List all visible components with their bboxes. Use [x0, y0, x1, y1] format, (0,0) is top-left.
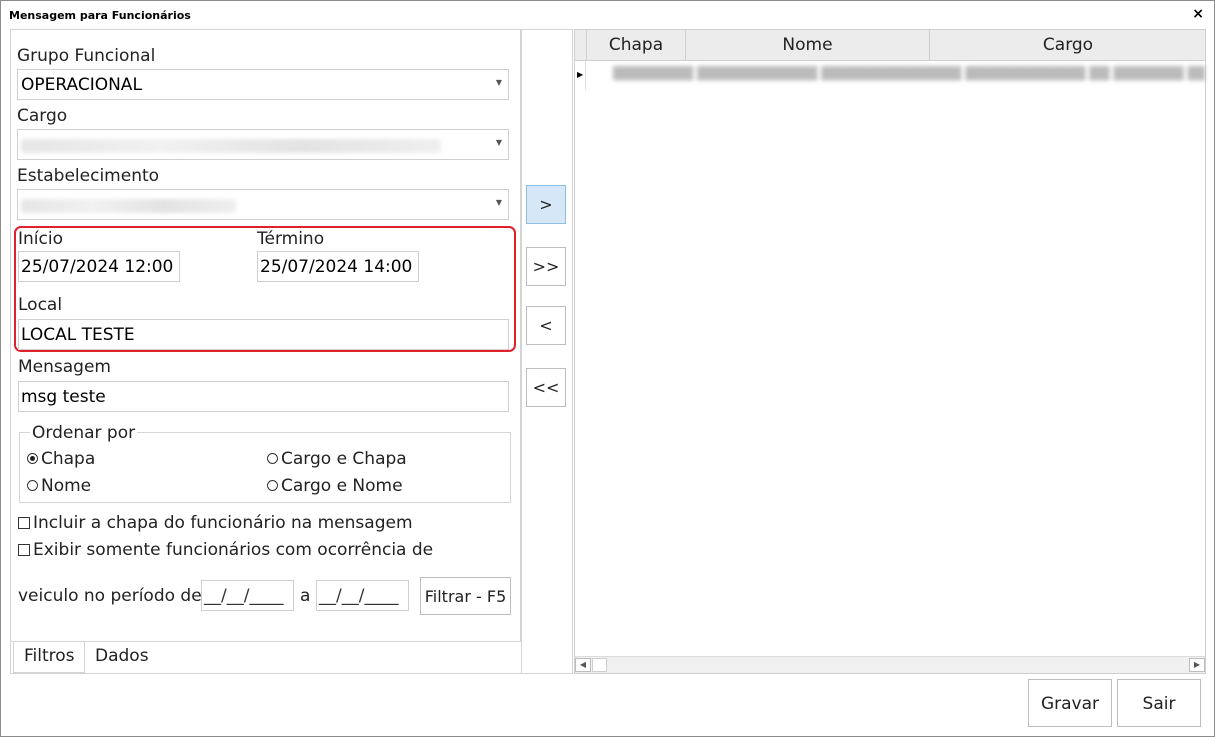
- remove-all-button[interactable]: <<: [526, 368, 566, 407]
- add-all-button[interactable]: >>: [526, 247, 566, 286]
- scroll-right-icon[interactable]: ▶: [1189, 658, 1205, 672]
- tab-filtros[interactable]: Filtros: [13, 642, 85, 673]
- radio-chapa-label: Chapa: [41, 449, 96, 469]
- estabelecimento-value-redacted: [21, 199, 236, 213]
- chevron-down-icon: ▼: [495, 198, 502, 207]
- estabelecimento-label: Estabelecimento: [17, 166, 160, 186]
- chevron-down-icon: ▼: [495, 78, 502, 87]
- mensagem-input[interactable]: msg teste: [18, 381, 509, 412]
- row-header-corner: [575, 30, 587, 60]
- radio-cargo-nome[interactable]: Cargo e Nome: [267, 476, 403, 496]
- radio-cargo-chapa-label: Cargo e Chapa: [281, 449, 407, 469]
- check-incluir-label: Incluir a chapa do funcionário na mensag…: [33, 513, 413, 533]
- radio-selected-icon: [27, 453, 38, 464]
- grupo-funcional-select[interactable]: OPERACIONAL ▼: [17, 69, 509, 100]
- gravar-button[interactable]: Gravar: [1028, 679, 1112, 727]
- estabelecimento-select[interactable]: ▼: [17, 189, 509, 220]
- filtrar-button[interactable]: Filtrar - F5: [420, 577, 511, 615]
- grupo-funcional-label: Grupo Funcional: [17, 46, 156, 66]
- dialog-window: Mensagem para Funcionários × Grupo Funci…: [0, 0, 1215, 737]
- chevron-down-icon: ▼: [495, 138, 502, 147]
- radio-cargo-chapa[interactable]: Cargo e Chapa: [267, 449, 407, 469]
- column-header-chapa[interactable]: Chapa: [587, 30, 686, 60]
- cargo-select[interactable]: ▼: [17, 129, 509, 160]
- veiculo-periodo-label: veiculo no período de: [18, 586, 202, 606]
- checkbox-icon: [18, 544, 30, 556]
- cargo-label: Cargo: [17, 106, 68, 126]
- radio-chapa[interactable]: Chapa: [27, 449, 95, 469]
- local-input[interactable]: LOCAL TESTE: [18, 319, 509, 350]
- check-exibir-label: Exibir somente funcionários com ocorrênc…: [33, 540, 434, 560]
- cargo-value-redacted: [21, 139, 441, 153]
- inicio-label: Início: [18, 229, 63, 249]
- check-incluir-chapa[interactable]: Incluir a chapa do funcionário na mensag…: [18, 513, 413, 533]
- grid-header: Chapa Nome Cargo: [575, 30, 1205, 61]
- check-exibir-ocorrencia[interactable]: Exibir somente funcionários com ocorrênc…: [18, 540, 433, 560]
- scroll-left-icon[interactable]: ◀: [575, 658, 591, 672]
- local-label: Local: [18, 295, 63, 315]
- a-label: a: [300, 586, 311, 606]
- transfer-strip: > >> < <<: [522, 29, 573, 674]
- radio-nome-label: Nome: [41, 476, 92, 496]
- radio-nome[interactable]: Nome: [27, 476, 91, 496]
- filters-tab-content: Grupo Funcional OPERACIONAL ▼ Cargo ▼ Es…: [11, 30, 521, 642]
- column-header-cargo[interactable]: Cargo: [930, 30, 1206, 60]
- close-icon[interactable]: ×: [1192, 6, 1204, 22]
- checkbox-icon: [18, 517, 30, 529]
- radio-unselected-icon: [27, 480, 38, 491]
- tab-dados[interactable]: Dados: [85, 642, 155, 673]
- scroll-thumb[interactable]: [592, 658, 607, 672]
- termino-input[interactable]: 25/07/2024 14:00: [257, 251, 419, 282]
- employees-grid[interactable]: Chapa Nome Cargo ▶ ████████ ████████████…: [574, 29, 1206, 674]
- inicio-input[interactable]: 25/07/2024 12:00: [18, 251, 180, 282]
- column-header-nome[interactable]: Nome: [686, 30, 930, 60]
- termino-label: Término: [257, 229, 325, 249]
- radio-cargo-nome-label: Cargo e Nome: [281, 476, 403, 496]
- radio-unselected-icon: [267, 453, 278, 464]
- horizontal-scrollbar[interactable]: ◀ ▶: [575, 656, 1205, 673]
- mensagem-label: Mensagem: [18, 357, 111, 377]
- ordenar-por-group: Ordenar por Chapa Nome Cargo e Chapa Car…: [19, 423, 511, 503]
- date-to-input[interactable]: __/__/____: [316, 580, 409, 611]
- date-from-input[interactable]: __/__/____: [201, 580, 294, 611]
- radio-unselected-icon: [267, 480, 278, 491]
- window-title: Mensagem para Funcionários: [9, 9, 191, 22]
- remove-one-button[interactable]: <: [526, 306, 566, 345]
- row-pointer-icon: ▶: [575, 61, 586, 90]
- tab-bar: Filtros Dados: [11, 642, 521, 673]
- grupo-funcional-value: OPERACIONAL: [21, 75, 142, 95]
- table-row-redacted[interactable]: ████████ ████████████ ██████████████ ███…: [613, 66, 1205, 82]
- ordenar-por-label: Ordenar por: [30, 423, 138, 443]
- add-one-button[interactable]: >: [526, 185, 566, 224]
- title-bar: Mensagem para Funcionários ×: [1, 1, 1214, 29]
- sair-button[interactable]: Sair: [1117, 679, 1201, 727]
- filters-panel: Grupo Funcional OPERACIONAL ▼ Cargo ▼ Es…: [10, 29, 522, 674]
